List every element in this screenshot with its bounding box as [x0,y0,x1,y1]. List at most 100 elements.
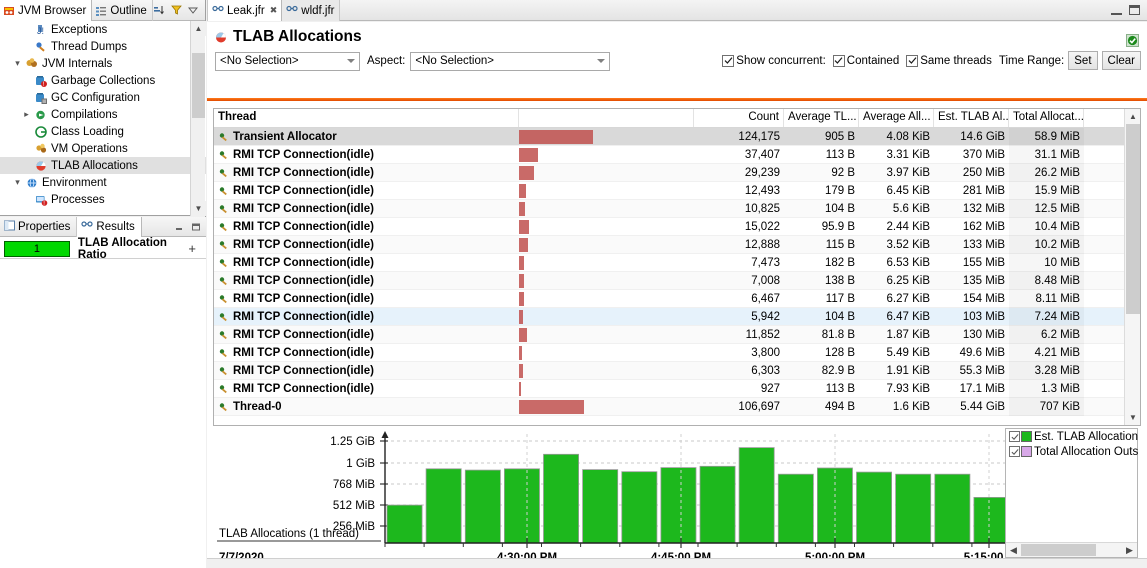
chart-bar[interactable] [464,469,501,544]
legend-item-total-alloc[interactable]: Total Allocation Outs [1006,444,1138,459]
table-row[interactable]: RMI TCP Connection(idle) 29,239 92 B 3.97 K… [214,164,1140,182]
tree-item-thread-dumps[interactable]: Thread Dumps [0,38,206,55]
chart-bar[interactable] [777,473,814,544]
chart-bar[interactable] [425,468,462,544]
table-row[interactable]: RMI TCP Connection(idle) 3,800 128 B 5.49 K… [214,344,1140,362]
thread-allocations-table[interactable]: Thread Count Average TL... Average All... Es… [213,108,1141,426]
tree-item-garbage-collections[interactable]: ! Garbage Collections [0,72,206,89]
tree-item-vm-operations[interactable]: VM Operations [0,140,206,157]
scroll-up-icon[interactable]: ▲ [1125,109,1140,124]
table-row[interactable]: RMI TCP Connection(idle) 12,493 179 B 6.45 … [214,182,1140,200]
scroll-down-icon[interactable]: ▼ [1125,410,1140,425]
tab-jvm-browser[interactable]: JVM Browser [0,0,93,21]
table-row[interactable]: RMI TCP Connection(idle) 7,473 182 B 6.53 K… [214,254,1140,272]
chart-legend[interactable]: Est. TLAB Allocation Total Allocation Ou… [1005,428,1138,558]
legend-scroll-thumb[interactable] [1021,544,1096,556]
legend-item-est-tlab[interactable]: Est. TLAB Allocation [1006,429,1138,444]
chart-bar[interactable] [856,471,892,544]
chart-bar[interactable] [503,468,540,544]
column-header-est-tlab[interactable]: Est. TLAB Al... [934,109,1009,127]
column-header-bar[interactable] [519,109,694,127]
filter-icon[interactable] [170,4,183,17]
window-maximize-icon[interactable] [1129,5,1140,15]
table-row[interactable]: RMI TCP Connection(idle) 15,022 95.9 B 2.44… [214,218,1140,236]
column-header-thread[interactable]: Thread [214,109,519,127]
editor-tab-leak-jfr[interactable]: Leak.jfr ✖ [207,0,283,21]
minimize-icon[interactable] [172,220,185,233]
tree-item-exceptions[interactable]: J! Exceptions [0,21,206,38]
view-menu-icon[interactable] [187,4,200,17]
chart-bar[interactable] [543,453,579,544]
chart-bar[interactable] [934,473,971,544]
chart-bar[interactable] [738,447,775,544]
scroll-right-icon[interactable]: ▶ [1122,545,1137,556]
chevron-down-icon[interactable]: ▾ [11,58,24,69]
time-range-set-button[interactable]: Set [1068,51,1098,70]
column-header-count[interactable]: Count [694,109,784,127]
chevron-down-icon[interactable]: ▾ [11,177,24,188]
table-row[interactable]: RMI TCP Connection(idle) 11,852 81.8 B 1.87… [214,326,1140,344]
checkbox-box[interactable] [1009,431,1020,442]
tree-item-tlab-allocations[interactable]: TLAB Allocations [0,157,206,174]
tab-outline[interactable]: Outline [92,0,153,21]
tree-scroll-thumb[interactable] [192,53,205,118]
window-minimize-icon[interactable] [1111,6,1122,15]
time-range-clear-button[interactable]: Clear [1101,51,1141,70]
editor-tab-wldf-jfr[interactable]: wldf.jfr [282,0,340,21]
table-row[interactable]: Transient Allocator 124,175 905 B 4.08 KiB 1… [214,128,1140,146]
sort-icon[interactable] [153,4,166,17]
column-header-avg-tlab[interactable]: Average TL... [784,109,859,127]
tree-item-compilations[interactable]: ▸ Compilations [0,106,206,123]
close-icon[interactable]: ✖ [270,5,278,16]
table-row[interactable]: RMI TCP Connection(idle) 37,407 113 B 3.31 … [214,146,1140,164]
chart-bar[interactable] [621,471,658,544]
table-body[interactable]: Transient Allocator 124,175 905 B 4.08 KiB 1… [214,128,1140,416]
checkbox-box[interactable] [1009,446,1020,457]
tree-item-jvm-internals[interactable]: ▾ JVM Internals [0,55,206,72]
scroll-up-icon[interactable]: ▲ [191,21,206,36]
table-row[interactable]: RMI TCP Connection(idle) 12,888 115 B 3.52 … [214,236,1140,254]
scroll-down-icon[interactable]: ▼ [191,201,206,216]
table-row[interactable]: RMI TCP Connection(idle) 927 113 B 7.93 KiB… [214,380,1140,398]
chart-bar[interactable] [582,469,619,544]
table-vertical-scrollbar[interactable]: ▲ ▼ [1124,109,1140,425]
same-threads-checkbox[interactable]: Same threads [906,54,992,67]
aspect-combo[interactable]: <No Selection> [410,51,611,71]
table-row[interactable]: Thread-0 106,697 494 B 1.6 KiB 5.44 GiB 707 K… [214,398,1140,416]
column-header-total-alloc[interactable]: Total Allocat... [1009,109,1084,127]
chart-bar[interactable] [386,504,423,544]
table-row[interactable]: RMI TCP Connection(idle) 10,825 104 B 5.6 K… [214,200,1140,218]
chart-bar[interactable] [699,465,736,544]
tab-results[interactable]: Results [77,217,142,237]
table-row[interactable]: RMI TCP Connection(idle) 5,942 104 B 6.47 K… [214,308,1140,326]
jvm-browser-tree[interactable]: J! Exceptions Thread Dumps ▾ JVM Internals! G… [0,21,206,216]
chart-bar[interactable] [973,497,1010,544]
selection-combo[interactable]: <No Selection> [215,51,360,71]
result-expand-icon[interactable]: + [188,241,196,256]
table-scroll-thumb[interactable] [1126,124,1140,314]
tree-item-environment[interactable]: ▾ Environment [0,174,206,191]
table-row[interactable]: RMI TCP Connection(idle) 6,467 117 B 6.27 K… [214,290,1140,308]
table-row[interactable]: RMI TCP Connection(idle) 7,008 138 B 6.25 K… [214,272,1140,290]
tab-properties[interactable]: Properties [0,217,78,237]
thread-name: RMI TCP Connection(idle) [233,202,374,215]
tlab-allocation-chart[interactable]: 256 MiB512 MiB768 MiB1 GiB1.25 GiB4:30:0… [213,426,1141,566]
chart-bar[interactable] [660,467,697,544]
column-header-avg-alloc[interactable]: Average All... [859,109,934,127]
contained-checkbox[interactable]: Contained [832,54,899,67]
show-concurrent-checkbox[interactable]: Show concurrent: [722,54,826,67]
tree-item-label: Compilations [51,108,118,121]
tree-item-processes[interactable]: ! Processes [0,191,206,208]
chevron-right-icon[interactable]: ▸ [20,109,33,120]
table-row[interactable]: RMI TCP Connection(idle) 6,303 82.9 B 1.91 … [214,362,1140,380]
legend-horizontal-scrollbar[interactable]: ◀ ▶ [1006,542,1137,557]
result-row[interactable]: 1 TLAB Allocation Ratio + [0,237,206,261]
environment-icon [24,176,40,190]
ok-check-icon[interactable] [1126,34,1139,47]
chart-bar[interactable] [895,473,932,544]
tree-item-gc-configuration[interactable]: GC Configuration [0,89,206,106]
scroll-left-icon[interactable]: ◀ [1006,545,1021,556]
tree-vertical-scrollbar[interactable]: ▲ ▼ [190,21,206,216]
tree-item-class-loading[interactable]: Class Loading [0,123,206,140]
maximize-icon[interactable] [189,220,202,233]
